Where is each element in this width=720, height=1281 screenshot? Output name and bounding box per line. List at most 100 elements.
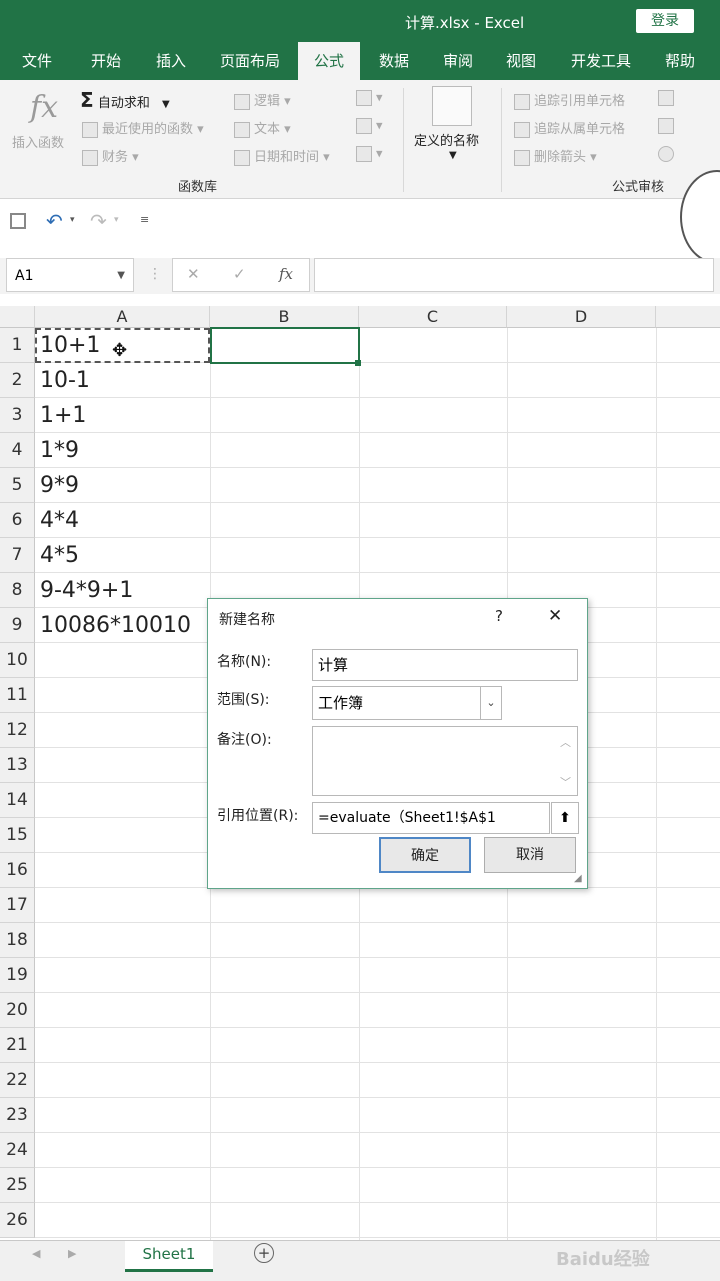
ok-button[interactable]: 确定 bbox=[379, 837, 471, 873]
tab-insert[interactable]: 插入 bbox=[142, 42, 200, 80]
tab-home[interactable]: 开始 bbox=[76, 42, 136, 80]
row-header[interactable]: 17 bbox=[0, 888, 35, 923]
scroll-left-icon[interactable]: ◀ bbox=[32, 1247, 40, 1260]
formula-input[interactable] bbox=[314, 258, 714, 292]
row-header[interactable]: 10 bbox=[0, 643, 35, 678]
column-header-b[interactable]: B bbox=[210, 306, 359, 328]
collapse-dialog-icon[interactable]: ⬆ bbox=[551, 802, 579, 834]
column-header-c[interactable]: C bbox=[359, 306, 507, 328]
insert-function-button[interactable]: 插入函数 bbox=[12, 132, 64, 151]
remove-arrows-button[interactable]: 删除箭头 ▾ bbox=[514, 146, 597, 166]
row-header[interactable]: 13 bbox=[0, 748, 35, 783]
row-header[interactable]: 20 bbox=[0, 993, 35, 1028]
refers-to-field[interactable]: =evaluate（Sheet1!$A$1 bbox=[312, 802, 550, 834]
evaluate-formula-icon[interactable] bbox=[658, 146, 678, 162]
add-sheet-icon[interactable]: + bbox=[254, 1243, 274, 1263]
help-icon[interactable]: ? bbox=[495, 607, 503, 625]
logical-button[interactable]: 逻辑 ▾ bbox=[234, 90, 291, 110]
row-header[interactable]: 15 bbox=[0, 818, 35, 853]
select-all-corner[interactable] bbox=[0, 306, 35, 328]
scroll-down-icon[interactable]: ﹀ bbox=[560, 774, 571, 790]
row-header[interactable]: 11 bbox=[0, 678, 35, 713]
show-formulas-icon[interactable] bbox=[658, 90, 678, 106]
tab-view[interactable]: 视图 bbox=[494, 42, 548, 80]
defined-names-button[interactable]: 定义的名称 bbox=[414, 130, 479, 149]
math-button[interactable]: ▾ bbox=[356, 118, 383, 134]
chevron-down-icon[interactable]: ⌄ bbox=[480, 687, 501, 719]
row-header[interactable]: 9 bbox=[0, 608, 35, 643]
name-box[interactable]: A1 ▼ bbox=[6, 258, 134, 292]
error-check-icon[interactable] bbox=[658, 118, 678, 134]
cell-a8[interactable]: 9-4*9+1 bbox=[40, 573, 133, 608]
cell-a7[interactable]: 4*5 bbox=[40, 538, 79, 573]
save-icon[interactable] bbox=[10, 213, 26, 229]
text-button[interactable]: 文本 ▾ bbox=[234, 118, 291, 138]
trace-precedents-button[interactable]: 追踪引用单元格 bbox=[514, 90, 625, 110]
recently-used-button[interactable]: 最近使用的函数 ▾ bbox=[82, 118, 204, 138]
redo-chevron-icon[interactable]: ▾ bbox=[114, 215, 119, 225]
financial-button[interactable]: 财务 ▾ bbox=[82, 146, 139, 166]
cell-a4[interactable]: 1*9 bbox=[40, 433, 79, 468]
cell-a6[interactable]: 4*4 bbox=[40, 503, 79, 538]
row-header[interactable]: 26 bbox=[0, 1203, 35, 1238]
undo-icon[interactable]: ↶ bbox=[46, 209, 63, 233]
sheet-tab-sheet1[interactable]: Sheet1 bbox=[125, 1241, 213, 1272]
resize-grip-icon[interactable]: ◢ bbox=[574, 873, 582, 884]
fill-handle[interactable] bbox=[355, 360, 361, 366]
lookup-button[interactable]: ▾ bbox=[356, 90, 383, 106]
cancel-icon[interactable]: ✕ bbox=[187, 265, 200, 283]
customize-toolbar-icon[interactable]: ≡ bbox=[140, 213, 149, 226]
row-header[interactable]: 1 bbox=[0, 328, 35, 363]
row-header[interactable]: 16 bbox=[0, 853, 35, 888]
row-header[interactable]: 4 bbox=[0, 433, 35, 468]
scroll-right-icon[interactable]: ▶ bbox=[68, 1247, 76, 1260]
insert-function-icon[interactable]: fx bbox=[279, 265, 293, 283]
undo-chevron-icon[interactable]: ▾ bbox=[70, 215, 75, 225]
column-header-a[interactable]: A bbox=[35, 306, 210, 328]
enter-icon[interactable]: ✓ bbox=[233, 265, 246, 283]
row-header[interactable]: 5 bbox=[0, 468, 35, 503]
row-header[interactable]: 25 bbox=[0, 1168, 35, 1203]
row-header[interactable]: 7 bbox=[0, 538, 35, 573]
login-button[interactable]: 登录 bbox=[636, 9, 694, 33]
row-header[interactable]: 14 bbox=[0, 783, 35, 818]
row-header[interactable]: 6 bbox=[0, 503, 35, 538]
redo-icon[interactable]: ↷ bbox=[90, 209, 107, 233]
row-header[interactable]: 3 bbox=[0, 398, 35, 433]
row-header[interactable]: 18 bbox=[0, 923, 35, 958]
column-header-e[interactable] bbox=[656, 306, 720, 328]
trace-dependents-button[interactable]: 追踪从属单元格 bbox=[514, 118, 625, 138]
tab-data[interactable]: 数据 bbox=[365, 42, 423, 80]
active-cell-b1[interactable] bbox=[210, 327, 360, 364]
row-header[interactable]: 24 bbox=[0, 1133, 35, 1168]
row-header[interactable]: 12 bbox=[0, 713, 35, 748]
more-functions-button[interactable]: ▾ bbox=[356, 146, 383, 162]
scroll-up-icon[interactable]: ︿ bbox=[560, 734, 571, 750]
row-header[interactable]: 2 bbox=[0, 363, 35, 398]
cancel-button[interactable]: 取消 bbox=[484, 837, 576, 873]
cell-a3[interactable]: 1+1 bbox=[40, 398, 86, 433]
name-field[interactable]: 计算 bbox=[312, 649, 578, 681]
tab-review[interactable]: 审阅 bbox=[430, 42, 486, 80]
row-header[interactable]: 21 bbox=[0, 1028, 35, 1063]
column-header-d[interactable]: D bbox=[507, 306, 656, 328]
row-header[interactable]: 22 bbox=[0, 1063, 35, 1098]
datetime-button[interactable]: 日期和时间 ▾ bbox=[234, 146, 330, 166]
cell-a9[interactable]: 10086*10010 bbox=[40, 608, 191, 643]
cell-a2[interactable]: 10-1 bbox=[40, 363, 90, 398]
tab-developer[interactable]: 开发工具 bbox=[556, 42, 646, 80]
row-header[interactable]: 19 bbox=[0, 958, 35, 993]
name-box-chevron-icon[interactable]: ▼ bbox=[117, 259, 125, 293]
close-icon[interactable]: ✕ bbox=[548, 606, 562, 626]
row-header[interactable]: 8 bbox=[0, 573, 35, 608]
cursor-icon: ✥ bbox=[112, 340, 128, 361]
tab-page-layout[interactable]: 页面布局 bbox=[210, 42, 290, 80]
row-header[interactable]: 23 bbox=[0, 1098, 35, 1133]
tab-help[interactable]: 帮助 bbox=[652, 42, 708, 80]
scope-select[interactable]: 工作簿 ⌄ bbox=[312, 686, 502, 720]
autosum-button[interactable]: Σ 自动求和 ▼ bbox=[80, 88, 170, 112]
comment-textarea[interactable] bbox=[312, 726, 578, 796]
cell-a5[interactable]: 9*9 bbox=[40, 468, 79, 503]
tab-formulas[interactable]: 公式 bbox=[298, 42, 360, 80]
tab-file[interactable]: 文件 bbox=[8, 42, 66, 80]
